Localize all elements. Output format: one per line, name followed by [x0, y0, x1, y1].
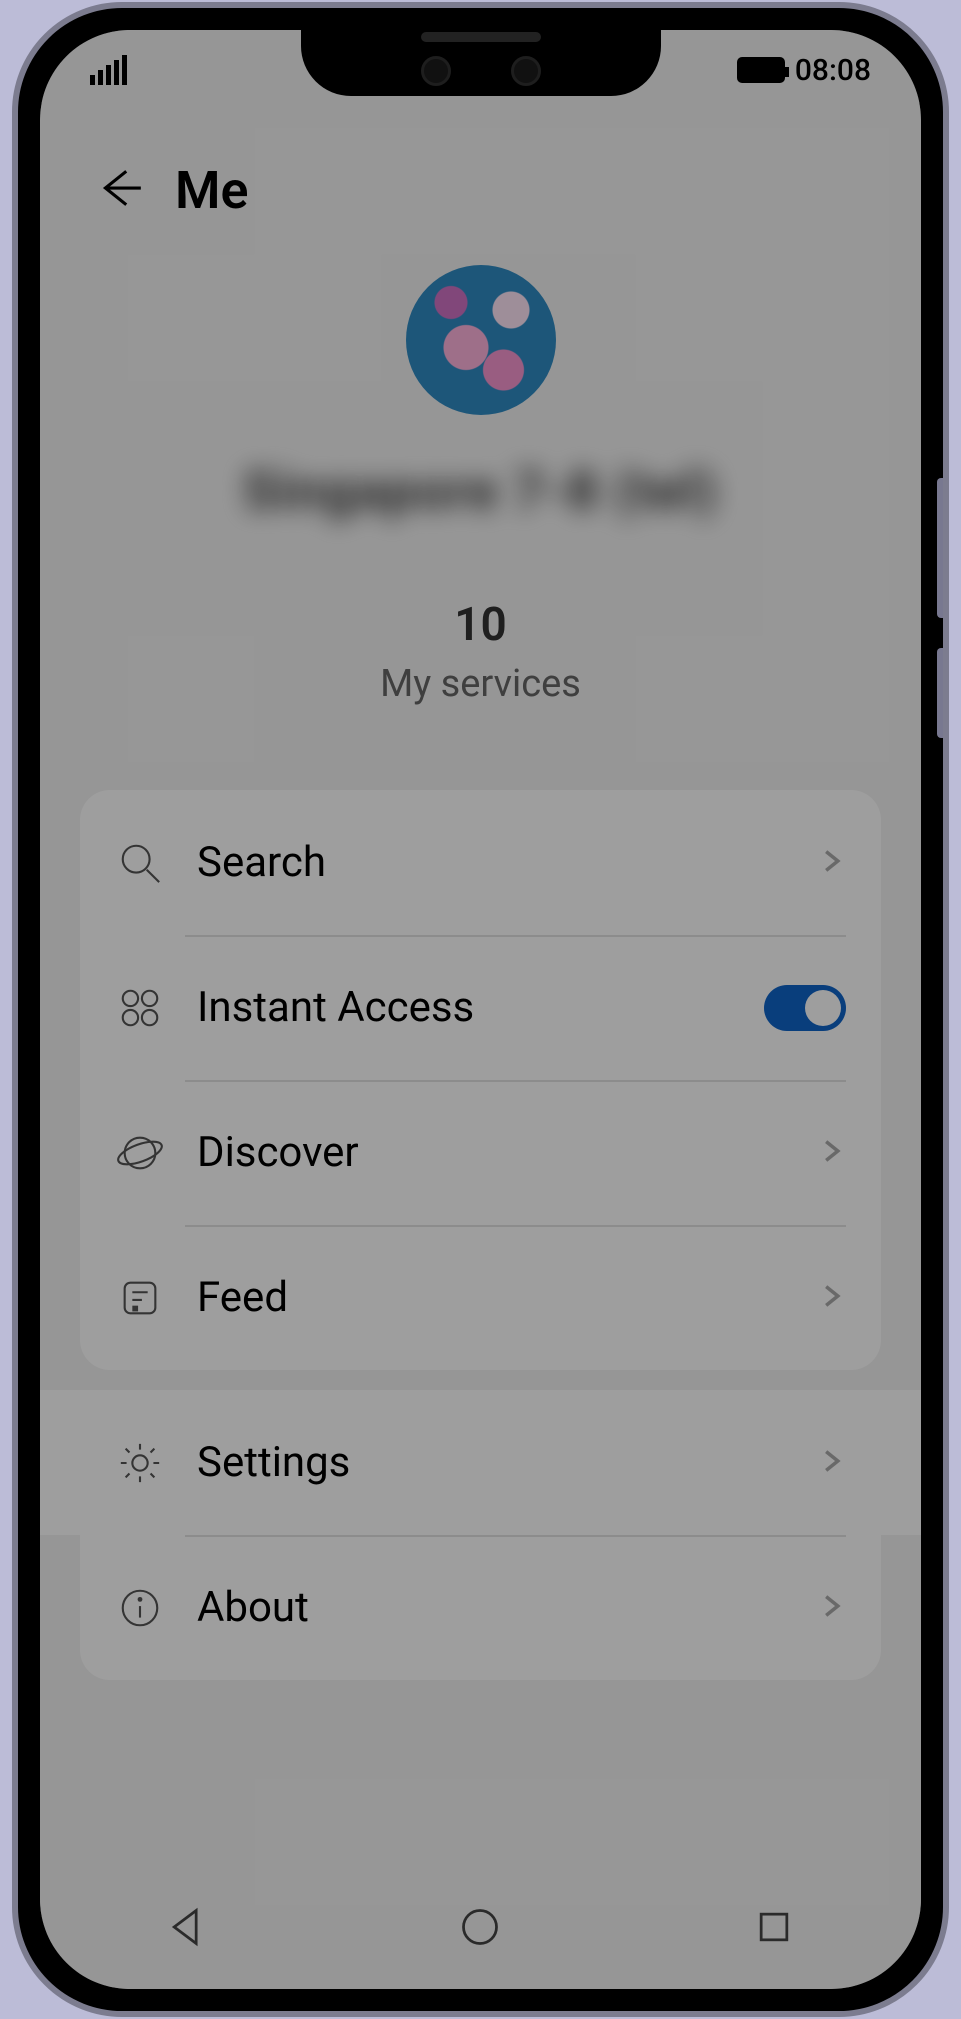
phone-frame: 08:08 Me Singapore 7-8 (tel) 10 My servi…	[12, 2, 949, 2017]
planet-icon	[115, 1128, 165, 1178]
row-feed[interactable]: Feed	[80, 1225, 881, 1370]
row-label: Settings	[197, 1438, 818, 1487]
row-label: Instant Access	[197, 983, 764, 1032]
power-button[interactable]	[937, 648, 947, 738]
volume-button[interactable]	[937, 478, 947, 618]
row-instant-access[interactable]: Instant Access	[80, 935, 881, 1080]
page-header: Me	[40, 145, 921, 235]
username: Singapore 7-8 (tel)	[243, 460, 719, 523]
grid-icon	[115, 983, 165, 1033]
feed-icon	[115, 1273, 165, 1323]
row-label: Feed	[197, 1273, 818, 1322]
signal-icon	[90, 55, 127, 85]
info-icon	[115, 1583, 165, 1633]
screen: 08:08 Me Singapore 7-8 (tel) 10 My servi…	[40, 30, 921, 1989]
row-label: Search	[197, 838, 818, 887]
chevron-right-icon	[818, 1282, 846, 1314]
gear-icon	[115, 1438, 165, 1488]
back-button[interactable]	[95, 163, 145, 217]
row-label: Discover	[197, 1128, 818, 1177]
row-about[interactable]: About	[80, 1535, 881, 1680]
row-settings[interactable]: Settings	[40, 1390, 921, 1535]
android-nav-bar	[40, 1869, 921, 1989]
settings-group-2: Settings About	[80, 1390, 881, 1680]
nav-back-button[interactable]	[165, 1905, 209, 1953]
search-icon	[115, 838, 165, 888]
row-label: About	[197, 1583, 818, 1632]
avatar[interactable]	[406, 265, 556, 415]
nav-home-button[interactable]	[458, 1905, 502, 1953]
notch	[301, 30, 661, 96]
profile-section: Singapore 7-8 (tel) 10 My services	[40, 265, 921, 706]
chevron-right-icon	[818, 1447, 846, 1479]
services-count[interactable]: 10	[454, 598, 507, 652]
nav-recent-button[interactable]	[752, 1905, 796, 1953]
instant-access-toggle[interactable]	[764, 985, 846, 1031]
battery-icon	[737, 57, 785, 83]
page-title: Me	[175, 160, 248, 221]
chevron-right-icon	[818, 1137, 846, 1169]
chevron-right-icon	[818, 847, 846, 879]
settings-group-1: Search Instant Access Discover	[80, 790, 881, 1370]
row-discover[interactable]: Discover	[80, 1080, 881, 1225]
chevron-right-icon	[818, 1592, 846, 1624]
status-time: 08:08	[795, 53, 871, 88]
services-label: My services	[380, 662, 581, 706]
row-search[interactable]: Search	[80, 790, 881, 935]
